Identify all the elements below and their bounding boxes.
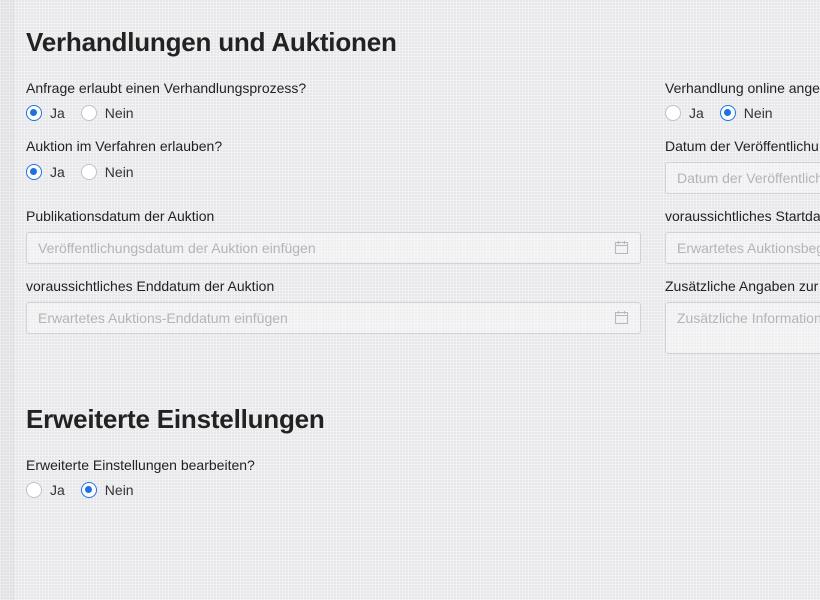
- auction-publication-date-label: Publikationsdatum der Auktion: [26, 208, 215, 224]
- additional-info-textarea[interactable]: Zusätzliche Information: [665, 302, 820, 354]
- negotiation-allowed-no[interactable]: Nein: [80, 105, 134, 121]
- auction-publication-date-placeholder: Veröffentlichungsdatum der Auktion einfü…: [38, 240, 316, 256]
- section-title-negotiations: Verhandlungen und Auktionen: [26, 27, 397, 57]
- calendar-icon[interactable]: [615, 311, 628, 324]
- auction-allowed-no[interactable]: Nein: [80, 164, 134, 180]
- online-negotiation-no[interactable]: Nein: [719, 105, 773, 121]
- online-negotiation-radio-group: Ja Nein: [665, 105, 789, 121]
- auction-end-date-input[interactable]: Erwartetes Auktions-Enddatum einfügen: [26, 302, 641, 334]
- auction-end-date-label: voraussichtliches Enddatum der Auktion: [26, 278, 275, 294]
- radio-label-yes: Ja: [50, 105, 65, 121]
- radio-checked-icon[interactable]: [26, 105, 42, 121]
- radio-label-yes: Ja: [689, 105, 704, 121]
- auction-allowed-label: Auktion im Verfahren erlauben?: [26, 138, 223, 154]
- section-title-advanced-settings: Erweiterte Einstellungen: [26, 404, 325, 434]
- radio-unchecked-icon[interactable]: [80, 105, 97, 121]
- radio-checked-icon[interactable]: [719, 105, 736, 121]
- additional-info-placeholder: Zusätzliche Information: [677, 310, 820, 326]
- radio-unchecked-icon[interactable]: [80, 164, 97, 180]
- online-negotiation-label: Verhandlung online ange: [665, 80, 820, 96]
- online-negotiation-yes[interactable]: Ja: [665, 105, 704, 121]
- publication-date-input[interactable]: Datum der Veröffentlich: [665, 162, 820, 194]
- auction-publication-date-input[interactable]: Veröffentlichungsdatum der Auktion einfü…: [26, 232, 641, 264]
- auction-allowed-radio-group: Ja Nein: [26, 164, 150, 180]
- radio-label-yes: Ja: [50, 164, 65, 180]
- radio-unchecked-icon[interactable]: [26, 482, 42, 498]
- radio-checked-icon[interactable]: [80, 482, 97, 498]
- edit-advanced-settings-yes[interactable]: Ja: [26, 482, 65, 498]
- calendar-icon[interactable]: [615, 241, 628, 254]
- publication-date-placeholder: Datum der Veröffentlich: [677, 170, 820, 186]
- edit-advanced-settings-radio-group: Ja Nein: [26, 482, 150, 498]
- auction-start-date-input[interactable]: Erwartetes Auktionsbeg: [665, 232, 820, 264]
- auction-allowed-yes[interactable]: Ja: [26, 164, 65, 180]
- left-panel-edge: [0, 0, 14, 600]
- publication-date-label: Datum der Veröffentlichu: [665, 138, 819, 154]
- auction-start-date-placeholder: Erwartetes Auktionsbeg: [677, 240, 820, 256]
- radio-label-no: Nein: [743, 105, 773, 121]
- auction-end-date-placeholder: Erwartetes Auktions-Enddatum einfügen: [38, 310, 288, 326]
- radio-label-no: Nein: [104, 164, 134, 180]
- radio-label-no: Nein: [104, 482, 134, 498]
- radio-unchecked-icon[interactable]: [665, 105, 681, 121]
- negotiation-allowed-label: Anfrage erlaubt einen Verhandlungsprozes…: [26, 80, 307, 96]
- negotiation-allowed-yes[interactable]: Ja: [26, 105, 65, 121]
- auction-start-date-label: voraussichtliches Startda: [665, 208, 820, 224]
- negotiation-allowed-radio-group: Ja Nein: [26, 105, 150, 121]
- radio-label-yes: Ja: [50, 482, 65, 498]
- edit-advanced-settings-no[interactable]: Nein: [80, 482, 134, 498]
- edit-advanced-settings-label: Erweiterte Einstellungen bearbeiten?: [26, 457, 255, 473]
- radio-label-no: Nein: [104, 105, 134, 121]
- radio-checked-icon[interactable]: [26, 164, 42, 180]
- additional-info-label: Zusätzliche Angaben zur: [665, 278, 819, 294]
